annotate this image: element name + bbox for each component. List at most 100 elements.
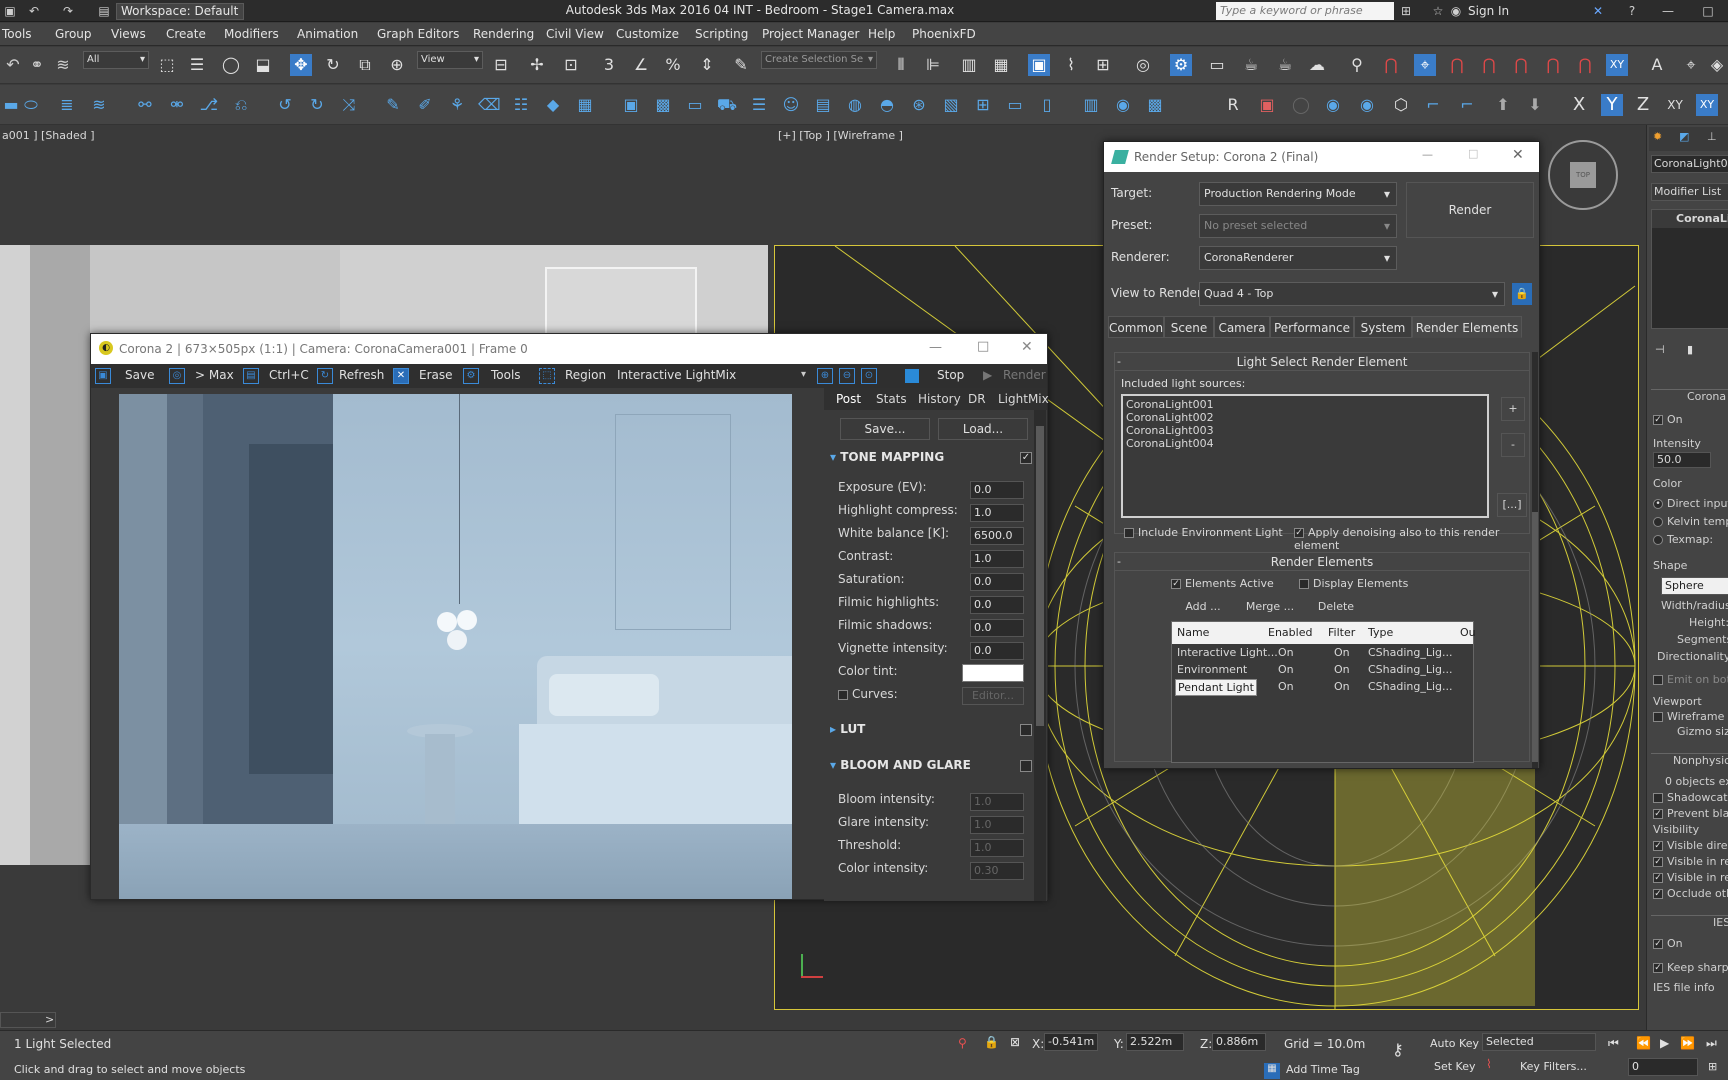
panel-icon[interactable]: ▦ — [574, 94, 596, 116]
tab-common[interactable]: Common — [1108, 316, 1164, 338]
unlink-icon[interactable]: ≋ — [52, 54, 74, 76]
render-production-icon[interactable]: ☕ — [1240, 54, 1262, 76]
ies-on-checkbox[interactable]: ✓ On — [1653, 937, 1683, 950]
user-icon[interactable]: ◉ — [1448, 3, 1464, 19]
corona-renderer-icon[interactable]: R — [1222, 94, 1244, 116]
tab-lightmix[interactable]: LightMix — [998, 392, 1049, 406]
favorites-star-icon[interactable]: ☆ — [1430, 3, 1446, 19]
vignette-intensity-field[interactable]: 0.0 — [970, 642, 1024, 660]
menu-civil-view[interactable]: Civil View — [546, 27, 604, 41]
sign-in-link[interactable]: Sign In — [1468, 4, 1509, 18]
save-disk-icon[interactable]: ▣ — [95, 368, 111, 384]
manipulate-icon[interactable]: ✢ — [526, 54, 548, 76]
perspective-viewport-label[interactable]: a001 ] [Shaded ] — [2, 129, 95, 142]
refresh-icon[interactable]: ↻ — [317, 368, 333, 384]
select-and-rotate-icon[interactable]: ↻ — [322, 54, 344, 76]
car-icon[interactable]: ⛟ — [716, 94, 738, 116]
current-frame-field[interactable]: 0 — [1628, 1058, 1698, 1076]
kelvin-temp-radio[interactable]: Kelvin temp — [1653, 515, 1728, 528]
column-enabled[interactable]: Enabled — [1268, 626, 1312, 639]
add-time-tag[interactable]: Add Time Tag — [1286, 1063, 1360, 1076]
menu-help[interactable]: Help — [868, 27, 895, 41]
search-input[interactable]: Type a keyword or phrase — [1216, 2, 1394, 20]
arrow-down-icon[interactable]: ⬇ — [1524, 94, 1546, 116]
filmic-highlights-field[interactable]: 0.0 — [970, 596, 1024, 614]
delete-element-button[interactable]: Delete — [1305, 597, 1367, 617]
menu-customize[interactable]: Customize — [616, 27, 679, 41]
list-item[interactable]: CoronaLight002 — [1126, 411, 1484, 424]
viewcube-compass[interactable]: TOP — [1548, 140, 1618, 210]
saturation-field[interactable]: 0.0 — [970, 573, 1024, 591]
minimize-icon[interactable]: — — [1660, 3, 1676, 19]
time-config-icon[interactable]: ⊞ — [1708, 1060, 1717, 1073]
spray-icon[interactable]: ⚘ — [446, 94, 468, 116]
curves-editor-button[interactable]: Editor... — [962, 687, 1024, 705]
auto-key-button[interactable]: Auto Key — [1430, 1037, 1479, 1050]
orbit-icon[interactable]: ↻ — [306, 94, 328, 116]
window-grid-icon[interactable]: ⊞ — [972, 94, 994, 116]
next-frame-icon[interactable]: ⏩ — [1680, 1036, 1695, 1050]
window-crossing-icon[interactable]: ⬓ — [252, 54, 274, 76]
list-item[interactable]: CoronaLight004 — [1126, 437, 1484, 450]
corona-proxy-icon[interactable]: ◉ — [1356, 94, 1378, 116]
erase-button[interactable]: Erase — [419, 368, 453, 382]
zoom-in-icon[interactable]: ⊕ — [817, 368, 833, 384]
globe-icon[interactable]: ◍ — [844, 94, 866, 116]
show-end-result-icon[interactable]: ▮ — [1687, 343, 1703, 359]
help-icon[interactable]: ? — [1624, 3, 1640, 19]
included-lights-list[interactable]: CoronaLight001 CoronaLight002 CoronaLigh… — [1121, 394, 1489, 518]
render-button[interactable]: Render — [1406, 182, 1534, 238]
lut-section[interactable]: ▸ LUT — [830, 722, 865, 736]
snap-y-icon[interactable]: ⋂ — [1478, 54, 1500, 76]
cycle-icon[interactable]: ↺ — [274, 94, 296, 116]
selection-region-icon[interactable]: ◯ — [220, 54, 242, 76]
face-icon[interactable]: ☺ — [780, 94, 802, 116]
modifier-stack-item[interactable]: CoronaLigh — [1652, 210, 1728, 228]
tab-stats[interactable]: Stats — [876, 392, 907, 406]
spiral-icon[interactable]: ◉ — [1112, 94, 1134, 116]
remove-light-button[interactable]: - — [1501, 433, 1525, 457]
menu-phoenixfd[interactable]: PhoenixFD — [912, 27, 976, 41]
cell-name-editing[interactable]: Pendant Light — [1175, 679, 1257, 696]
time-slider[interactable]: > — [0, 1012, 56, 1028]
light-on-checkbox[interactable]: ✓ On — [1653, 413, 1683, 426]
visible-refractions-checkbox[interactable]: ✓Visible in ref — [1653, 871, 1728, 884]
unlink-chain-icon[interactable]: ⚮ — [166, 94, 188, 116]
corona-hex-icon[interactable]: ⬡ — [1390, 94, 1412, 116]
tone-mapping-checkbox[interactable]: ✓ — [1020, 452, 1032, 464]
edit-named-selection-icon[interactable]: ✎ — [730, 54, 752, 76]
xy-plane-icon[interactable]: XY — [1606, 54, 1628, 76]
axis-y-icon[interactable]: Y — [1601, 94, 1623, 116]
viewcube-top-face[interactable]: TOP — [1570, 162, 1596, 188]
align-icon[interactable]: ⊫ — [922, 54, 944, 76]
modifier-list-dropdown[interactable]: Modifier List — [1651, 183, 1728, 201]
dome-icon[interactable]: ◓ — [876, 94, 898, 116]
bloom-intensity-field[interactable]: 1.0 — [970, 793, 1024, 811]
tab-camera[interactable]: Camera — [1214, 316, 1270, 338]
column-filter[interactable]: Filter — [1328, 626, 1355, 639]
app-menu-icon[interactable]: ▣ — [2, 3, 18, 19]
glare-intensity-field[interactable]: 1.0 — [970, 816, 1024, 834]
snap-x-icon[interactable]: ⋂ — [1446, 54, 1468, 76]
display-elements-checkbox[interactable]: Display Elements — [1299, 577, 1408, 590]
workspace-dropdown[interactable]: Workspace: Default — [116, 3, 244, 20]
visible-directly-checkbox[interactable]: ✓ Visible direc — [1653, 839, 1728, 852]
menu-graph-editors[interactable]: Graph Editors — [377, 27, 459, 41]
link-chain-icon[interactable]: ⚯ — [134, 94, 156, 116]
rendered-frame-window-icon[interactable]: ▭ — [1206, 54, 1228, 76]
axis-x-icon[interactable]: X — [1568, 94, 1590, 116]
render-setup-icon[interactable]: ⚙ — [1170, 54, 1192, 76]
command-panel-tabs[interactable]: ✹ ◩ ⊥ — [1649, 127, 1728, 151]
nonphysical-rollout-header[interactable]: Nonphysica — [1651, 753, 1728, 767]
go-to-start-icon[interactable]: ⏮ — [1608, 1036, 1619, 1051]
attach-icon[interactable]: ⎇ — [198, 94, 220, 116]
time-tag-icon[interactable]: ▦ — [1264, 1063, 1280, 1079]
emit-both-checkbox[interactable]: Emit on both — [1653, 673, 1728, 686]
menu-scripting[interactable]: Scripting — [695, 27, 748, 41]
list-icon[interactable]: ☷ — [510, 94, 532, 116]
top-viewport-label[interactable]: [+] [Top ] [Wireframe ] — [778, 129, 903, 142]
shape-dropdown[interactable]: Sphere — [1661, 577, 1728, 595]
select-object-icon[interactable]: ⬚ — [156, 54, 178, 76]
table-row[interactable]: Environment On On CShading_Lig... — [1172, 663, 1473, 680]
bus-icon[interactable]: ▤ — [812, 94, 834, 116]
